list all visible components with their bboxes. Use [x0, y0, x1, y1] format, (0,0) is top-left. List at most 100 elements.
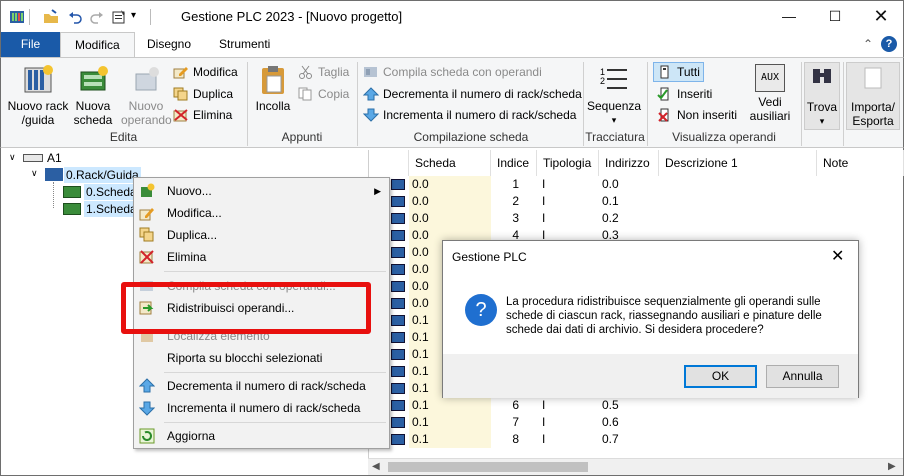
cell-indice[interactable]: 2: [491, 193, 537, 210]
cell-indirizzo[interactable]: 0.5: [599, 397, 659, 414]
modifica-button[interactable]: Modifica: [173, 62, 238, 82]
scroll-right-icon[interactable]: ▶: [888, 461, 896, 472]
table-row[interactable]: 0.1 7 I 0.6: [369, 414, 904, 431]
cell-indice[interactable]: 8: [491, 431, 537, 448]
duplica-button[interactable]: Duplica: [173, 84, 233, 104]
operand-icon: [130, 64, 162, 96]
filter-tutti-button[interactable]: Tutti: [653, 62, 704, 82]
cell-indice[interactable]: 7: [491, 414, 537, 431]
cell-scheda[interactable]: 0.1: [409, 397, 491, 414]
menu-item-label: Incrementa il numero di rack/scheda: [167, 401, 361, 415]
cell-tipo[interactable]: I: [537, 176, 599, 193]
scrollbar-thumb[interactable]: [388, 462, 588, 472]
compila-scheda-button[interactable]: Compila scheda con operandi: [363, 62, 542, 82]
undo-icon[interactable]: [67, 9, 83, 25]
new-operand-button[interactable]: Nuovo operando: [121, 64, 172, 127]
collapse-ribbon-icon[interactable]: ⌃: [863, 37, 873, 51]
cell-indice[interactable]: 3: [491, 210, 537, 227]
table-row[interactable]: 0.0 3 I 0.2: [369, 210, 904, 227]
elimina-button[interactable]: Elimina: [173, 105, 232, 125]
importa-label: Importa/ Esporta: [850, 100, 895, 128]
incrementa-button[interactable]: Incrementa il numero di rack/scheda: [362, 105, 576, 125]
scroll-left-icon[interactable]: ◀: [372, 461, 380, 472]
menu-item-label: Duplica...: [167, 228, 218, 242]
annulla-button[interactable]: Annulla: [766, 365, 839, 388]
tree-card-1[interactable]: 1.Scheda: [84, 201, 139, 217]
menu-separator: [164, 372, 386, 373]
chevron-down-icon[interactable]: ∨: [31, 168, 38, 179]
importa-esporta-button[interactable]: Importa/ Esporta: [846, 62, 900, 130]
cell-tipo[interactable]: I: [537, 431, 599, 448]
help-icon[interactable]: ?: [881, 36, 897, 52]
table-row[interactable]: 0.1 6 I 0.5: [369, 397, 904, 414]
menu-item-incrementa[interactable]: Incrementa il numero di rack/scheda: [134, 397, 389, 419]
table-row[interactable]: 0.0 1 I 0.0: [369, 176, 904, 193]
cell-tipo[interactable]: I: [537, 193, 599, 210]
cell-indirizzo[interactable]: 0.0: [599, 176, 659, 193]
close-button[interactable]: ✕: [858, 1, 904, 32]
filter-inseriti-button[interactable]: Inseriti: [657, 84, 712, 104]
tree-rack-label[interactable]: 0.Rack/Guida: [64, 167, 141, 183]
new-rack-button[interactable]: Nuovo rack /guida: [7, 64, 69, 127]
grid-header-indirizzo[interactable]: Indirizzo: [599, 150, 659, 176]
maximize-button[interactable]: ☐: [812, 1, 858, 32]
redo-icon[interactable]: [89, 9, 105, 25]
chevron-down-icon[interactable]: ∨: [9, 152, 16, 163]
cell-scheda[interactable]: 0.1: [409, 414, 491, 431]
cell-scheda[interactable]: 0.0: [409, 193, 491, 210]
menu-item-nuovo[interactable]: Nuovo... ▶: [134, 180, 389, 202]
menu-item-aggiorna[interactable]: Aggiorna: [134, 425, 389, 447]
decrementa-button[interactable]: Decrementa il numero di rack/scheda: [362, 84, 582, 104]
cell-indirizzo[interactable]: 0.2: [599, 210, 659, 227]
taglia-button[interactable]: Taglia: [298, 62, 349, 82]
grid-header-descrizione[interactable]: Descrizione 1: [659, 150, 817, 176]
cell-indice[interactable]: 1: [491, 176, 537, 193]
menu-item-duplica[interactable]: Duplica...: [134, 224, 389, 246]
cell-indirizzo[interactable]: 0.7: [599, 431, 659, 448]
cell-indirizzo[interactable]: 0.6: [599, 414, 659, 431]
open-folder-icon[interactable]: [43, 9, 59, 25]
tab-strumenti[interactable]: Strumenti: [205, 32, 284, 58]
horizontal-scrollbar[interactable]: ◀ ▶: [368, 458, 903, 475]
copia-button[interactable]: Copia: [298, 84, 349, 104]
tree-root-label[interactable]: A1: [47, 151, 62, 165]
properties-icon[interactable]: [111, 9, 127, 25]
tab-file[interactable]: File: [1, 32, 60, 58]
cell-tipo[interactable]: I: [537, 397, 599, 414]
minimize-button[interactable]: —: [766, 1, 812, 32]
trova-button[interactable]: Trova ▾: [804, 62, 840, 130]
sequenza-button[interactable]: 12 Sequenza ▾: [587, 64, 641, 127]
table-row[interactable]: 0.1 8 I 0.7: [369, 431, 904, 448]
grid-header-indice[interactable]: Indice: [491, 150, 537, 176]
cell-scheda[interactable]: 0.1: [409, 431, 491, 448]
ok-button[interactable]: OK: [684, 365, 757, 388]
grid-header-tipologia[interactable]: Tipologia: [537, 150, 599, 176]
cell-scheda[interactable]: 0.0: [409, 210, 491, 227]
menu-item-riporta[interactable]: Riporta su blocchi selezionati: [134, 347, 389, 369]
tree-card-0[interactable]: 0.Scheda: [84, 184, 139, 200]
table-row[interactable]: 0.0 2 I 0.1: [369, 193, 904, 210]
new-card-button[interactable]: Nuova scheda: [73, 64, 113, 127]
rack-root-icon: [23, 154, 43, 162]
binoculars-icon: [806, 65, 838, 97]
grid-header-note[interactable]: Note: [817, 150, 904, 176]
cell-indirizzo[interactable]: 0.1: [599, 193, 659, 210]
vedi-ausiliari-button[interactable]: AUX Vedi ausiliari: [745, 64, 795, 123]
cell-tipo[interactable]: I: [537, 210, 599, 227]
grid-header-scheda[interactable]: Scheda: [409, 150, 491, 176]
menu-item-modifica[interactable]: Modifica...: [134, 202, 389, 224]
ribbon-tabs: File Modifica Disegno Strumenti ⌃ ?: [0, 32, 904, 58]
qat-dropdown-icon[interactable]: ▾: [131, 10, 136, 21]
filter-non-inseriti-button[interactable]: Non inseriti: [657, 105, 737, 125]
menu-item-elimina[interactable]: Elimina: [134, 246, 389, 268]
menu-item-decrementa[interactable]: Decrementa il numero di rack/scheda: [134, 375, 389, 397]
operand-row-icon: [391, 247, 405, 258]
taglia-label: Taglia: [318, 65, 350, 79]
cell-scheda[interactable]: 0.0: [409, 176, 491, 193]
cell-tipo[interactable]: I: [537, 414, 599, 431]
tab-disegno[interactable]: Disegno: [133, 32, 205, 58]
dialog-close-icon[interactable]: ✕: [831, 246, 844, 266]
paste-button[interactable]: Incolla: [253, 64, 293, 113]
tab-modifica[interactable]: Modifica: [60, 32, 135, 58]
cell-indice[interactable]: 6: [491, 397, 537, 414]
